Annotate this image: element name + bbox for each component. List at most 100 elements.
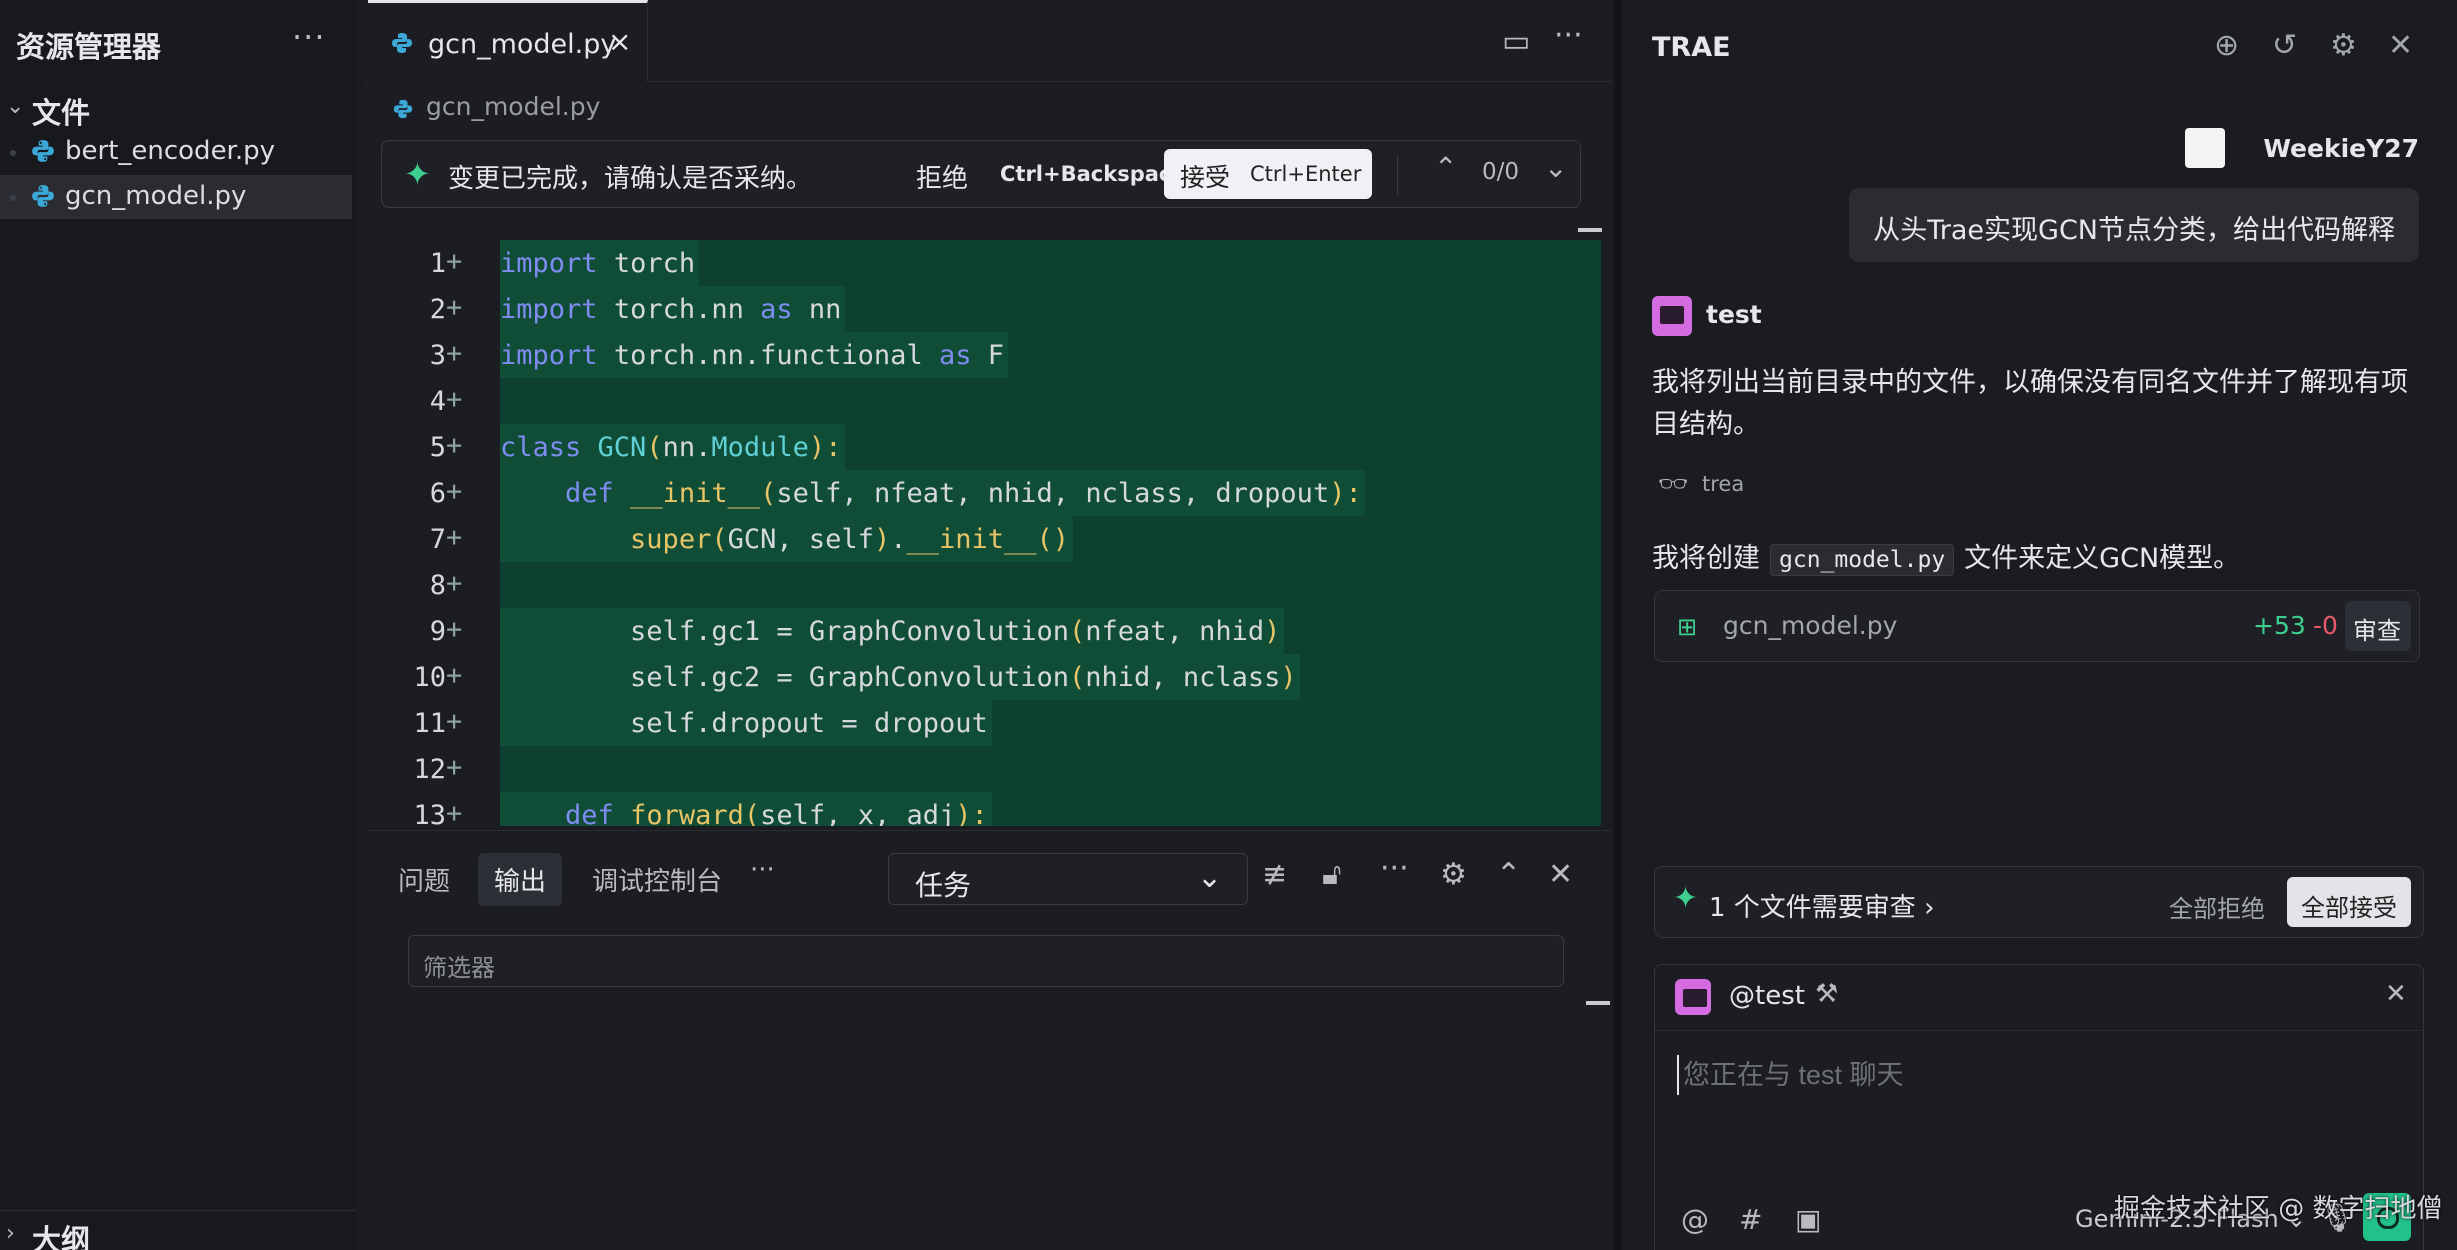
code-line[interactable]: 3 + import torch.nn.functional as F — [366, 332, 1612, 378]
code-line[interactable]: 2 + import torch.nn as nn — [366, 286, 1612, 332]
code-line[interactable]: 4 + — [366, 378, 1612, 424]
files-section-header[interactable]: ⌄ 文件 — [0, 88, 356, 130]
more-icon[interactable]: ··· — [1554, 18, 1583, 53]
python-file-icon — [393, 99, 413, 119]
diff-plus-marker: + — [446, 660, 463, 691]
review-message: 变更已完成，请确认是否采纳。 — [448, 164, 813, 194]
python-file-icon — [32, 185, 54, 207]
more-icon[interactable]: ··· — [1380, 851, 1409, 886]
line-number: 6 — [429, 478, 446, 509]
reject-all-button[interactable]: 全部拒绝 — [2169, 889, 2265, 924]
explorer-sidebar: 资源管理器 ··· ⌄ 文件 bert_encoder.py gcn_model… — [0, 0, 356, 1250]
file-item-gcn-model[interactable]: gcn_model.py — [0, 175, 352, 219]
clear-output-icon[interactable]: ≢ — [1262, 857, 1287, 892]
files-section-label: 文件 — [32, 96, 91, 130]
line-number: 4 — [429, 386, 446, 417]
code-editor[interactable]: 1 + import torch 2 + import torch.nn as nn 3 + i… — [366, 240, 1612, 826]
file-name: bert_encoder.py — [65, 136, 276, 166]
editor-tabbar: gcn_model.py × ▭ ··· — [366, 0, 1612, 82]
accept-button[interactable]: 接受 Ctrl+Enter — [1164, 149, 1372, 199]
code-text: import torch — [500, 248, 696, 279]
code-line[interactable]: 5 + class GCN(nn.Module): — [366, 424, 1612, 470]
code-line[interactable]: 8 + — [366, 562, 1612, 608]
code-text: def forward(self, x, adj): — [565, 800, 988, 826]
pending-review-toggle[interactable]: 1 个文件需要审查 › — [1709, 887, 1934, 924]
outline-section-header[interactable]: › 大纲 — [0, 1210, 356, 1250]
explorer-title: 资源管理器 — [16, 30, 162, 64]
chevron-down-icon: ⌄ — [1197, 860, 1223, 895]
diff-plus-marker: + — [446, 384, 463, 415]
line-number: 10 — [413, 662, 446, 693]
image-icon[interactable]: ▣ — [1795, 1203, 1821, 1236]
split-editor-icon[interactable]: ▭ — [1502, 24, 1530, 59]
task-select[interactable]: 任务 ⌄ — [888, 853, 1248, 905]
at-icon[interactable]: @ — [1681, 1203, 1709, 1236]
close-icon[interactable]: ✕ — [2385, 979, 2407, 1009]
file-change-card[interactable]: ⊞ gcn_model.py +53 -0 审查 — [1654, 590, 2420, 662]
bot-create-message: 我将创建 gcn_model.py 文件来定义GCN模型。 — [1652, 536, 2240, 576]
indent-dot — [10, 195, 16, 201]
close-icon[interactable]: ✕ — [2388, 28, 2413, 63]
chevron-down-icon[interactable]: ⌄ — [1544, 151, 1567, 184]
code-text: def __init__(self, nfeat, nhid, nclass, … — [565, 478, 1362, 509]
code-line[interactable]: 10 + self.gc2 = GraphConvolution(nhid, nc… — [366, 654, 1612, 700]
file-add-icon: ⊞ — [1677, 613, 1698, 641]
chevron-up-icon[interactable]: ⌃ — [1434, 151, 1457, 184]
change-counter: 0/0 — [1482, 159, 1520, 185]
maximize-panel-icon[interactable]: ⌃ — [1496, 857, 1521, 892]
user-message-text: 从头Trae实现GCN节点分类，给出代码解释 — [1873, 215, 2395, 246]
user-name: WeekieY27 — [2263, 134, 2419, 163]
code-text: self.dropout = dropout — [630, 708, 988, 739]
tab-gcn-model[interactable]: gcn_model.py × — [368, 0, 648, 82]
file-item-bert-encoder[interactable]: bert_encoder.py — [0, 130, 352, 174]
sparkle-icon: ✦ — [1673, 881, 1699, 916]
new-chat-icon[interactable]: ⊕ — [2214, 28, 2239, 63]
lines-removed: -0 — [2313, 611, 2338, 640]
outline-label: 大纲 — [32, 1223, 91, 1250]
line-number: 8 — [429, 570, 446, 601]
tab-problems[interactable]: 问题 — [398, 861, 450, 898]
avatar — [2185, 128, 2225, 168]
watermark: 掘金技术社区 @ 数字扫地僧 — [2114, 1194, 2443, 1224]
code-line[interactable]: 12 + — [366, 746, 1612, 792]
more-icon[interactable]: ··· — [750, 855, 775, 885]
file-name: gcn_model.py — [1723, 611, 1898, 640]
chat-input[interactable] — [1677, 1055, 2397, 1095]
line-number: 3 — [429, 340, 446, 371]
code-line[interactable]: 7 + super(GCN, self).__init__() — [366, 516, 1612, 562]
tools-icon[interactable]: ⚒ — [1815, 979, 1838, 1009]
code-line[interactable]: 11 + self.dropout = dropout — [366, 700, 1612, 746]
line-number: 1 — [429, 248, 446, 279]
code-line[interactable]: 1 + import torch — [366, 240, 1612, 286]
scroll-indicator[interactable] — [1586, 1001, 1610, 1005]
code-line[interactable]: 13 + def forward(self, x, adj): — [366, 792, 1612, 826]
more-icon[interactable]: ··· — [292, 18, 326, 56]
minimap-indicator[interactable] — [1578, 228, 1602, 232]
gear-icon[interactable]: ⚙ — [2330, 28, 2357, 63]
mention-chip[interactable]: @test — [1729, 981, 1805, 1011]
filter-input-wrapper[interactable]: 筛选器 — [408, 935, 1564, 987]
accept-all-button[interactable]: 全部接受 — [2287, 877, 2411, 927]
panel-divider[interactable] — [1614, 0, 1622, 1250]
file-name: gcn_model.py — [65, 181, 247, 211]
tab-label: gcn_model.py — [428, 29, 617, 60]
code-line[interactable]: 9 + self.gc1 = GraphConvolution(nfeat, nh… — [366, 608, 1612, 654]
diff-plus-marker: + — [446, 568, 463, 599]
lock-icon[interactable]: 🔓︎ — [1322, 857, 1341, 892]
close-icon[interactable]: × — [608, 25, 631, 58]
tab-debug-console[interactable]: 调试控制台 — [592, 861, 722, 898]
change-review-bar: ✦ 变更已完成，请确认是否采纳。 拒绝 Ctrl+Backspace 接受 Ct… — [381, 140, 1581, 208]
divider — [1397, 155, 1398, 195]
reject-button[interactable]: 拒绝 — [916, 158, 968, 195]
diff-plus-marker: + — [446, 798, 463, 826]
settings-sliders-icon[interactable]: ⚙︎ — [1440, 857, 1467, 892]
accept-shortcut: Ctrl+Enter — [1250, 162, 1362, 186]
code-line[interactable]: 6 + def __init__(self, nfeat, nhid, nclas… — [366, 470, 1612, 516]
accept-all-label: 全部接受 — [2301, 894, 2397, 922]
editor: gcn_model.py × ▭ ··· gcn_model.py ✦ 变更已完… — [366, 0, 1612, 826]
close-icon[interactable]: ✕ — [1548, 857, 1573, 892]
review-button[interactable]: 审查 — [2345, 601, 2411, 651]
history-icon[interactable]: ↺ — [2272, 28, 2297, 63]
hash-icon[interactable]: # — [1739, 1203, 1762, 1236]
tab-output[interactable]: 输出 — [478, 853, 563, 906]
